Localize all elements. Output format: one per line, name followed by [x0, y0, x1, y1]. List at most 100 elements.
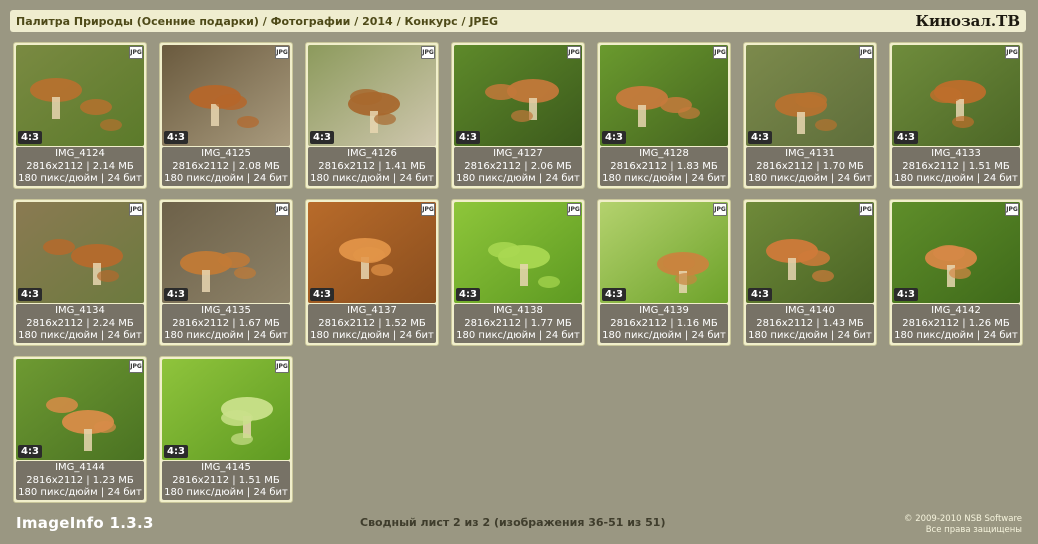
file-resolution-depth: 180 пикс/дюйм | 24 бит: [18, 487, 142, 498]
file-resolution-depth: 180 пикс/дюйм | 24 бит: [456, 330, 580, 341]
file-resolution-depth: 180 пикс/дюйм | 24 бит: [18, 173, 142, 184]
aspect-ratio-badge: 4:3: [164, 131, 188, 144]
jpg-file-icon: JPG: [129, 360, 143, 373]
jpg-file-icon: JPG: [421, 203, 435, 216]
thumbnail-card[interactable]: 4:3 JPG IMG_4139 2816x2112 | 1.16 МБ 180 пик…: [597, 199, 731, 346]
thumbnail-image[interactable]: 4:3 JPG: [746, 45, 874, 146]
thumbnail-image[interactable]: 4:3 JPG: [892, 45, 1020, 146]
thumbnail-info: IMG_4144 2816x2112 | 1.23 МБ 180 пикс/дюйм…: [16, 461, 144, 500]
jpg-file-icon: JPG: [713, 203, 727, 216]
thumbnail-image[interactable]: 4:3 JPG: [746, 202, 874, 303]
file-resolution-depth: 180 пикс/дюйм | 24 бит: [310, 330, 434, 341]
jpg-file-icon: JPG: [859, 203, 873, 216]
thumbnail-card[interactable]: 4:3 JPG IMG_4128 2816x2112 | 1.83 МБ 180 пик…: [597, 42, 731, 189]
thumbnail-card[interactable]: 4:3 JPG IMG_4131 2816x2112 | 1.70 МБ 180 пик…: [743, 42, 877, 189]
thumbnail-card[interactable]: 4:3 JPG IMG_4124 2816x2112 | 2.14 МБ 180 пик…: [13, 42, 147, 189]
thumbnail-card[interactable]: 4:3 JPG IMG_4125 2816x2112 | 2.08 МБ 180 пик…: [159, 42, 293, 189]
thumbnail-image[interactable]: 4:3 JPG: [308, 45, 436, 146]
thumbnail-image[interactable]: 4:3 JPG: [162, 359, 290, 460]
thumbnail-info: IMG_4145 2816x2112 | 1.51 МБ 180 пикс/дюйм…: [162, 461, 290, 500]
thumbnail-card[interactable]: 4:3 JPG IMG_4134 2816x2112 | 2.24 МБ 180 пик…: [13, 199, 147, 346]
file-resolution-depth: 180 пикс/дюйм | 24 бит: [164, 173, 288, 184]
file-name: IMG_4138: [493, 305, 543, 316]
thumbnail-image[interactable]: 4:3 JPG: [454, 45, 582, 146]
file-resolution-depth: 180 пикс/дюйм | 24 бит: [18, 330, 142, 341]
thumbnail-image[interactable]: 4:3 JPG: [892, 202, 1020, 303]
thumbnail-info: IMG_4135 2816x2112 | 1.67 МБ 180 пикс/дюйм…: [162, 304, 290, 343]
jpg-file-icon: JPG: [129, 46, 143, 59]
thumbnail-card[interactable]: 4:3 JPG IMG_4137 2816x2112 | 1.52 МБ 180 пик…: [305, 199, 439, 346]
file-dimensions-size: 2816x2112 | 2.14 МБ: [26, 160, 134, 172]
thumbnail-info: IMG_4124 2816x2112 | 2.14 МБ 180 пикс/дюйм…: [16, 147, 144, 186]
file-dimensions-size: 2816x2112 | 1.51 МБ: [902, 160, 1010, 172]
thumbnail-info: IMG_4133 2816x2112 | 1.51 МБ 180 пикс/дюйм…: [892, 147, 1020, 186]
sheet-status: Сводный лист 2 из 2 (изображения 36-51 и…: [360, 516, 666, 529]
jpg-file-icon: JPG: [275, 360, 289, 373]
thumbnail-card[interactable]: 4:3 JPG IMG_4135 2816x2112 | 1.67 МБ 180 пик…: [159, 199, 293, 346]
thumbnail-image[interactable]: 4:3 JPG: [16, 45, 144, 146]
file-name: IMG_4140: [785, 305, 835, 316]
thumbnail-image[interactable]: 4:3 JPG: [600, 202, 728, 303]
aspect-ratio-badge: 4:3: [310, 288, 334, 301]
copyright-line: Все права защищены: [925, 525, 1022, 535]
jpg-file-icon: JPG: [275, 203, 289, 216]
aspect-ratio-badge: 4:3: [310, 131, 334, 144]
file-resolution-depth: 180 пикс/дюйм | 24 бит: [164, 487, 288, 498]
jpg-file-icon: JPG: [1005, 46, 1019, 59]
file-dimensions-size: 2816x2112 | 2.08 МБ: [172, 160, 280, 172]
file-resolution-depth: 180 пикс/дюйм | 24 бит: [748, 173, 872, 184]
file-dimensions-size: 2816x2112 | 1.77 МБ: [464, 317, 572, 329]
file-dimensions-size: 2816x2112 | 1.67 МБ: [172, 317, 280, 329]
breadcrumb-item-photos[interactable]: Фотографии: [271, 15, 351, 28]
aspect-ratio-badge: 4:3: [602, 288, 626, 301]
breadcrumb-item-album[interactable]: Палитра Природы (Осенние подарки): [16, 15, 259, 28]
jpg-file-icon: JPG: [421, 46, 435, 59]
thumbnail-card[interactable]: 4:3 JPG IMG_4142 2816x2112 | 1.26 МБ 180 пик…: [889, 199, 1023, 346]
breadcrumb-separator: /: [354, 14, 359, 28]
thumbnail-image[interactable]: 4:3 JPG: [308, 202, 436, 303]
jpg-file-icon: JPG: [859, 46, 873, 59]
thumbnail-image[interactable]: 4:3 JPG: [16, 359, 144, 460]
file-name: IMG_4145: [201, 462, 251, 473]
thumbnail-image[interactable]: 4:3 JPG: [454, 202, 582, 303]
file-dimensions-size: 2816x2112 | 2.06 МБ: [464, 160, 572, 172]
jpg-file-icon: JPG: [713, 46, 727, 59]
file-dimensions-size: 2816x2112 | 1.23 МБ: [26, 474, 134, 486]
thumbnail-image[interactable]: 4:3 JPG: [16, 202, 144, 303]
breadcrumb-item-year[interactable]: 2014: [362, 15, 393, 28]
app-logo: ImageInfo 1.3.3: [16, 514, 154, 532]
file-dimensions-size: 2816x2112 | 2.24 МБ: [26, 317, 134, 329]
aspect-ratio-badge: 4:3: [456, 288, 480, 301]
file-dimensions-size: 2816x2112 | 1.41 МБ: [318, 160, 426, 172]
header-bar: Палитра Природы (Осенние подарки) / Фото…: [10, 10, 1026, 32]
aspect-ratio-badge: 4:3: [18, 288, 42, 301]
file-name: IMG_4127: [493, 148, 543, 159]
breadcrumb-item-contest[interactable]: Конкурс: [404, 15, 457, 28]
thumbnail-info: IMG_4139 2816x2112 | 1.16 МБ 180 пикс/дюйм…: [600, 304, 728, 343]
file-name: IMG_4142: [931, 305, 981, 316]
file-dimensions-size: 2816x2112 | 1.26 МБ: [902, 317, 1010, 329]
thumbnail-card[interactable]: 4:3 JPG IMG_4133 2816x2112 | 1.51 МБ 180 пик…: [889, 42, 1023, 189]
thumbnail-info: IMG_4140 2816x2112 | 1.43 МБ 180 пикс/дюйм…: [746, 304, 874, 343]
thumbnail-image[interactable]: 4:3 JPG: [162, 202, 290, 303]
aspect-ratio-badge: 4:3: [164, 445, 188, 458]
copyright: © 2009-2010 NSB Software Все права защищ…: [904, 514, 1022, 536]
thumbnail-image[interactable]: 4:3 JPG: [162, 45, 290, 146]
breadcrumb-item-format[interactable]: JPEG: [469, 15, 498, 28]
thumbnail-card[interactable]: 4:3 JPG IMG_4140 2816x2112 | 1.43 МБ 180 пик…: [743, 199, 877, 346]
thumbnail-card[interactable]: 4:3 JPG IMG_4145 2816x2112 | 1.51 МБ 180 пик…: [159, 356, 293, 503]
aspect-ratio-badge: 4:3: [748, 131, 772, 144]
file-dimensions-size: 2816x2112 | 1.52 МБ: [318, 317, 426, 329]
thumbnail-card[interactable]: 4:3 JPG IMG_4126 2816x2112 | 1.41 МБ 180 пик…: [305, 42, 439, 189]
file-resolution-depth: 180 пикс/дюйм | 24 бит: [748, 330, 872, 341]
thumbnail-card[interactable]: 4:3 JPG IMG_4127 2816x2112 | 2.06 МБ 180 пик…: [451, 42, 585, 189]
file-name: IMG_4139: [639, 305, 689, 316]
thumbnail-image[interactable]: 4:3 JPG: [600, 45, 728, 146]
thumbnail-info: IMG_4138 2816x2112 | 1.77 МБ 180 пикс/дюйм…: [454, 304, 582, 343]
thumbnail-card[interactable]: 4:3 JPG IMG_4144 2816x2112 | 1.23 МБ 180 пик…: [13, 356, 147, 503]
breadcrumb-separator: /: [262, 14, 267, 28]
file-resolution-depth: 180 пикс/дюйм | 24 бит: [602, 330, 726, 341]
thumbnail-card[interactable]: 4:3 JPG IMG_4138 2816x2112 | 1.77 МБ 180 пик…: [451, 199, 585, 346]
aspect-ratio-badge: 4:3: [164, 288, 188, 301]
jpg-file-icon: JPG: [129, 203, 143, 216]
